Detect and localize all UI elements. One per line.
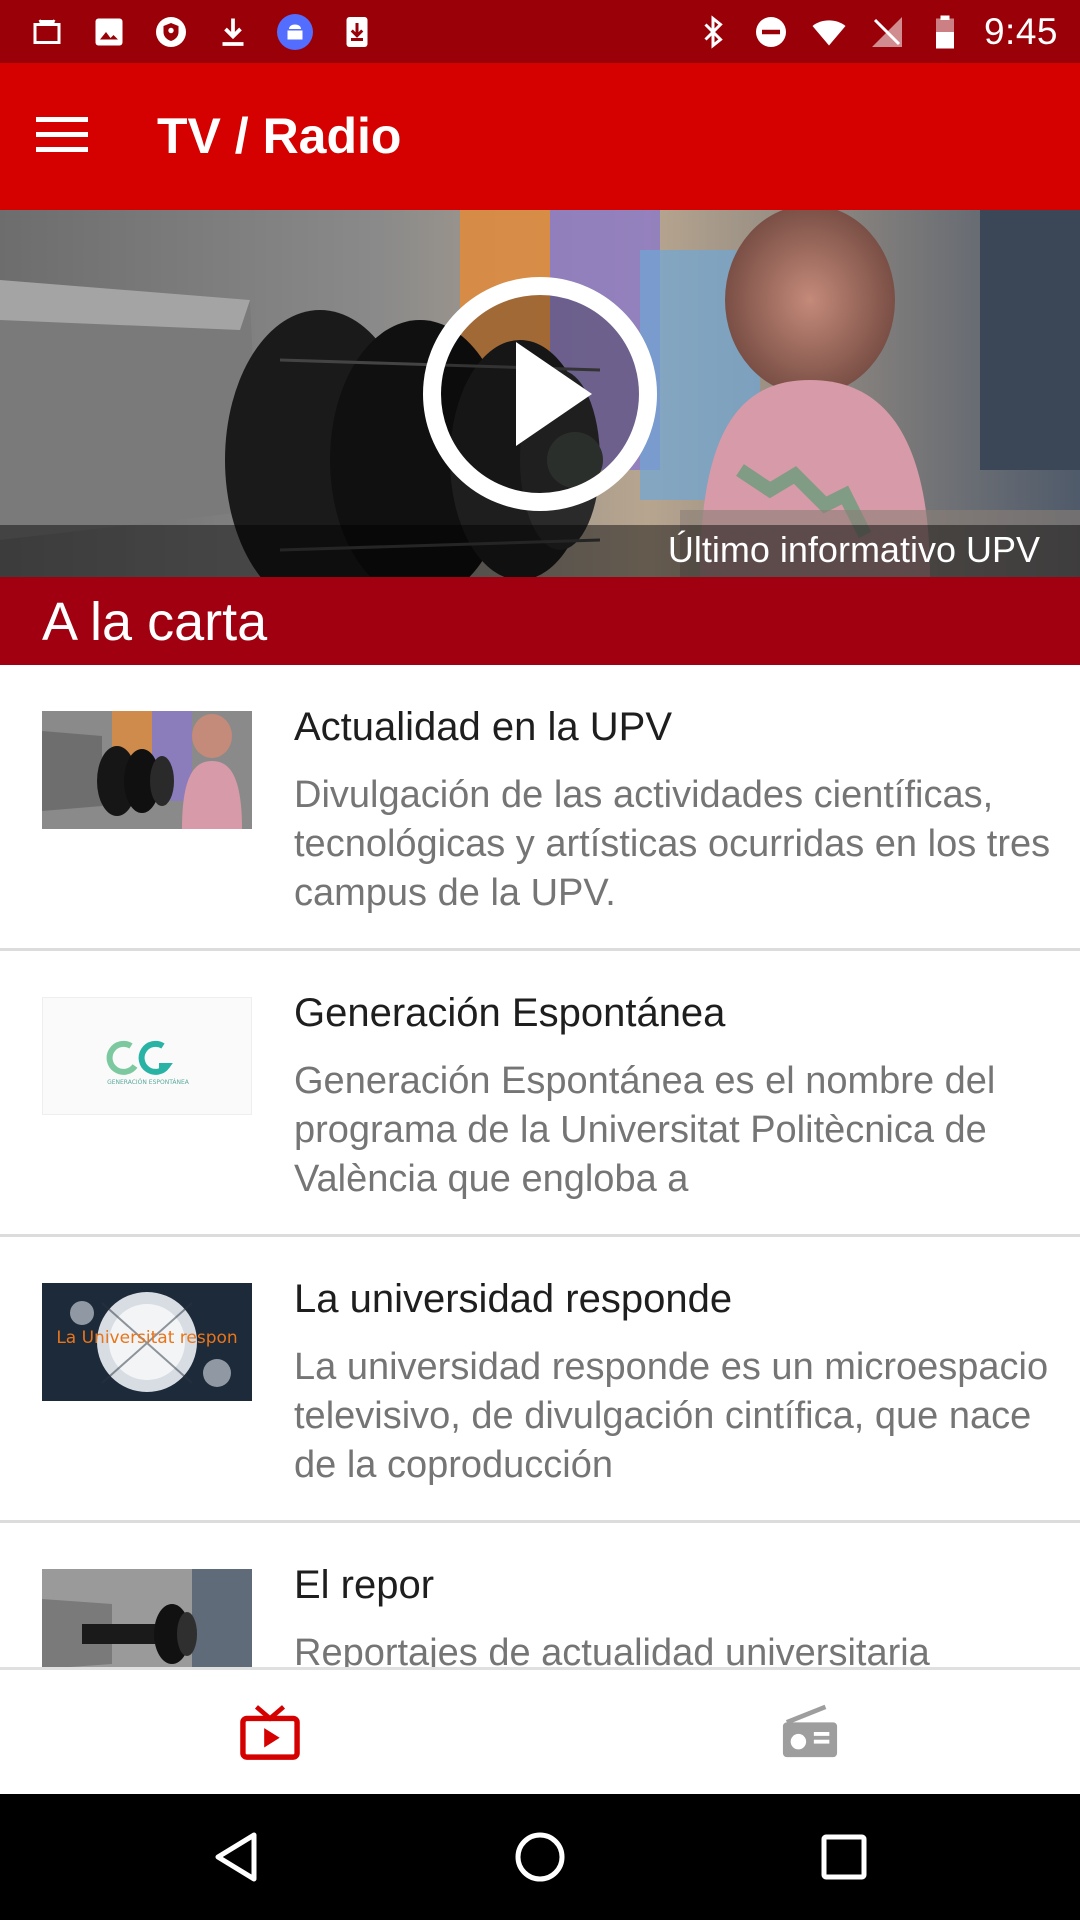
back-icon — [215, 1832, 257, 1882]
list-item[interactable]: GENERACIÓN ESPONTÁNEA Generación Espontá… — [0, 951, 1080, 1237]
list-item-thumbnail — [42, 1569, 252, 1667]
list-item-title: La universidad responde — [294, 1277, 733, 1321]
section-header: A la carta — [0, 577, 1080, 665]
download-box-icon — [338, 13, 376, 51]
list-item-title: El repor — [294, 1563, 435, 1607]
thumb-text: La Universitat respon — [56, 1328, 237, 1348]
status-left-icons — [28, 0, 376, 63]
thumb-caption: GENERACIÓN ESPONTÁNEA — [107, 1079, 190, 1086]
briefcase-icon — [28, 13, 66, 51]
recents-icon — [821, 1834, 867, 1880]
app-bar: TV / Radio — [0, 63, 1080, 210]
hero-video-banner[interactable]: Último informativo UPV — [0, 210, 1080, 577]
home-icon — [515, 1832, 565, 1882]
list-item-thumbnail — [42, 711, 252, 829]
do-not-disturb-icon — [752, 13, 790, 51]
list-item[interactable]: Actualidad en la UPV Divulgación de las … — [0, 665, 1080, 951]
list-item[interactable]: La Universitat respon La universidad res… — [0, 1237, 1080, 1523]
list-item-description: Divulgación de las actividades científic… — [294, 774, 1051, 914]
battery-icon — [926, 13, 964, 51]
menu-icon — [36, 117, 88, 152]
tab-tv[interactable] — [0, 1670, 540, 1794]
shield-icon — [152, 13, 190, 51]
list-item-description: Reportajes de actualidad universitaria — [294, 1632, 930, 1667]
list-item-description: La universidad responde es un microespac… — [294, 1346, 1049, 1486]
wifi-icon — [810, 13, 848, 51]
status-bar: 9:45 — [0, 0, 1080, 63]
play-icon[interactable] — [422, 276, 658, 512]
back-button[interactable] — [206, 1827, 266, 1887]
hero-caption: Último informativo UPV — [667, 529, 1040, 570]
recents-button[interactable] — [814, 1827, 874, 1887]
tab-radio[interactable] — [540, 1670, 1080, 1794]
list-item[interactable]: El repor Reportajes de actualidad univer… — [0, 1523, 1080, 1667]
bluetooth-icon — [694, 13, 732, 51]
program-list[interactable]: Actualidad en la UPV Divulgación de las … — [0, 665, 1080, 1667]
tv-icon — [240, 1705, 300, 1760]
list-item-title: Generación Espontánea — [294, 991, 726, 1035]
status-right-icons: 9:45 — [694, 0, 1058, 63]
bottom-navigation — [0, 1667, 1080, 1794]
image-icon — [90, 13, 128, 51]
no-signal-icon — [868, 13, 906, 51]
android-icon — [276, 13, 314, 51]
list-item-thumbnail: GENERACIÓN ESPONTÁNEA — [42, 997, 252, 1115]
hero-caption-bar: Último informativo UPV — [0, 525, 1080, 577]
section-title: A la carta — [42, 592, 268, 652]
download-icon — [214, 13, 252, 51]
list-item-thumbnail: La Universitat respon — [42, 1283, 252, 1401]
system-navigation-bar — [0, 1794, 1080, 1920]
menu-button[interactable] — [30, 103, 94, 167]
status-time: 9:45 — [983, 10, 1058, 52]
list-item-description: Generación Espontánea es el nombre del p… — [294, 1060, 996, 1200]
list-item-title: Actualidad en la UPV — [294, 705, 673, 749]
radio-icon — [782, 1704, 838, 1758]
page-title: TV / Radio — [157, 108, 402, 164]
home-button[interactable] — [510, 1827, 570, 1887]
